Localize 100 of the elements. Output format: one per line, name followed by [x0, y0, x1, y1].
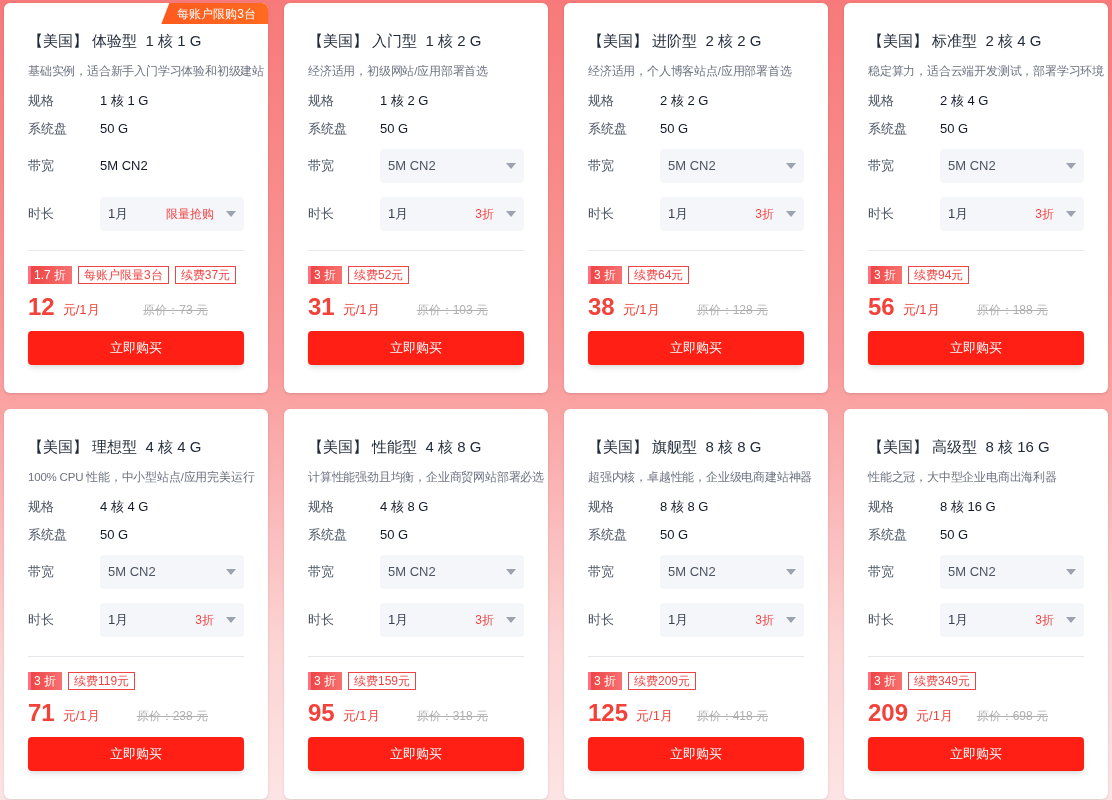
duration-select[interactable]: 1月 3折	[380, 603, 524, 637]
original-price: 原价：418 元	[696, 708, 768, 725]
plan-description: 100% CPU 性能，中小型站点/应用完美运行	[28, 470, 256, 485]
spec-label: 系统盘	[308, 120, 348, 139]
price: 56	[868, 293, 895, 321]
price-unit: 元/1月	[62, 300, 100, 319]
bandwidth-label: 带宽	[28, 157, 55, 176]
duration-select[interactable]: 1月 3折	[940, 197, 1084, 231]
buy-button[interactable]: 立即购买	[308, 737, 524, 771]
bandwidth-select[interactable]: 5M CN2	[100, 555, 244, 589]
spec-label: 系统盘	[28, 526, 68, 545]
price-unit: 元/1月	[342, 706, 380, 725]
duration-label: 时长	[868, 205, 895, 224]
caret-icon	[506, 211, 516, 217]
discount-badge: 3 折	[868, 672, 902, 690]
caret-icon	[506, 163, 516, 169]
buy-button[interactable]: 立即购买	[28, 737, 244, 771]
limit-ribbon: 每账户限购3台	[161, 3, 268, 24]
bandwidth-select[interactable]: 5M CN2	[660, 555, 804, 589]
original-price: 原价：103 元	[416, 302, 488, 319]
duration-select[interactable]: 1月 3折	[660, 603, 804, 637]
bandwidth-label: 带宽	[308, 563, 335, 582]
promo-tag: 续费349元	[908, 672, 977, 690]
bandwidth-select[interactable]: 5M CN2	[940, 149, 1084, 183]
plan-description: 计算性能强劲且均衡，企业商贸网站部署必选	[308, 470, 544, 485]
spec-value: 50 G	[380, 120, 409, 139]
plan-title: 【美国】 体验型 1 核 1 G	[28, 31, 203, 51]
spec-label: 规格	[588, 92, 615, 111]
promo-tag: 续费52元	[348, 266, 410, 284]
bandwidth-select[interactable]: 5M CN2	[380, 555, 524, 589]
original-price: 原价：238 元	[136, 708, 208, 725]
spec-value: 8 核 16 G	[940, 498, 996, 517]
caret-icon	[786, 163, 796, 169]
price: 38	[588, 293, 615, 321]
duration-label: 时长	[28, 205, 55, 224]
plan-description: 性能之冠，大中型企业电商出海利器	[868, 470, 1058, 485]
caret-icon	[1066, 211, 1076, 217]
buy-button[interactable]: 立即购买	[868, 737, 1084, 771]
spec-value: 2 核 4 G	[940, 92, 989, 111]
promo-tag: 续费64元	[628, 266, 690, 284]
original-price: 原价：318 元	[416, 708, 488, 725]
promo-tag: 续费37元	[174, 266, 237, 284]
spec-value: 50 G	[660, 120, 689, 139]
plan-title: 【美国】 入门型 1 核 2 G	[308, 31, 483, 51]
duration-label: 时长	[588, 205, 615, 224]
plan-description: 稳定算力，适合云端开发测试，部署学习环境	[868, 64, 1104, 79]
duration-select[interactable]: 1月 3折	[380, 197, 524, 231]
original-price: 原价：128 元	[696, 302, 768, 319]
plan-title: 【美国】 高级型 8 核 16 G	[868, 437, 1051, 457]
buy-button[interactable]: 立即购买	[868, 331, 1084, 365]
duration-select[interactable]: 1月 3折	[660, 197, 804, 231]
spec-label: 规格	[308, 92, 335, 111]
buy-button[interactable]: 立即购买	[588, 331, 804, 365]
buy-button[interactable]: 立即购买	[588, 737, 804, 771]
original-price: 原价：73 元	[143, 302, 208, 319]
original-price: 原价：188 元	[976, 302, 1048, 319]
price-unit: 元/1月	[916, 706, 953, 725]
duration-select[interactable]: 1月 3折	[100, 603, 244, 637]
spec-label: 规格	[588, 498, 615, 517]
original-price: 原价：698 元	[976, 708, 1048, 725]
duration-select[interactable]: 1月 3折	[940, 603, 1084, 637]
plan-title: 【美国】 理想型 4 核 4 G	[28, 437, 203, 457]
caret-icon	[1066, 617, 1076, 623]
price-unit: 元/1月	[902, 300, 940, 319]
bandwidth-select[interactable]: 5M CN2	[940, 555, 1084, 589]
plan-title: 【美国】 旗舰型 8 核 8 G	[588, 437, 763, 457]
spec-label: 系统盘	[308, 526, 348, 545]
spec-value: 50 G	[100, 526, 129, 545]
buy-button[interactable]: 立即购买	[28, 331, 244, 365]
discount-badge: 3 折	[588, 266, 622, 284]
plan-title: 【美国】 进阶型 2 核 2 G	[588, 31, 763, 51]
spec-value: 4 核 4 G	[100, 498, 149, 517]
spec-label: 系统盘	[588, 526, 628, 545]
duration-label: 时长	[28, 611, 55, 630]
duration-label: 时长	[588, 611, 615, 630]
spec-value: 50 G	[940, 120, 969, 139]
buy-button[interactable]: 立即购买	[308, 331, 524, 365]
plan-title: 【美国】 标准型 2 核 4 G	[868, 31, 1043, 51]
spec-label: 规格	[308, 498, 335, 517]
duration-label: 时长	[308, 611, 335, 630]
plan-description: 超强内核，卓越性能，企业级电商建站神器	[588, 470, 814, 485]
price: 125	[588, 699, 629, 727]
caret-icon	[226, 569, 236, 575]
spec-label: 规格	[868, 498, 895, 517]
caret-icon	[226, 211, 236, 217]
spec-value: 8 核 8 G	[660, 498, 709, 517]
bandwidth-select[interactable]: 5M CN2	[380, 149, 524, 183]
caret-icon	[1066, 163, 1076, 169]
bandwidth-label: 带宽	[588, 157, 615, 176]
caret-icon	[506, 617, 516, 623]
plan-description: 经济适用，个人博客站点/应用部署首选	[588, 64, 793, 79]
discount-badge: 3 折	[28, 672, 62, 690]
discount-badge: 3 折	[308, 266, 342, 284]
bandwidth-select[interactable]: 5M CN2	[660, 149, 804, 183]
price: 31	[308, 293, 335, 321]
promo-tag: 续费119元	[68, 672, 136, 690]
duration-select[interactable]: 1月 限量抢购	[100, 197, 244, 231]
duration-label: 时长	[308, 205, 335, 224]
spec-label: 规格	[28, 92, 55, 111]
caret-icon	[1066, 569, 1076, 575]
